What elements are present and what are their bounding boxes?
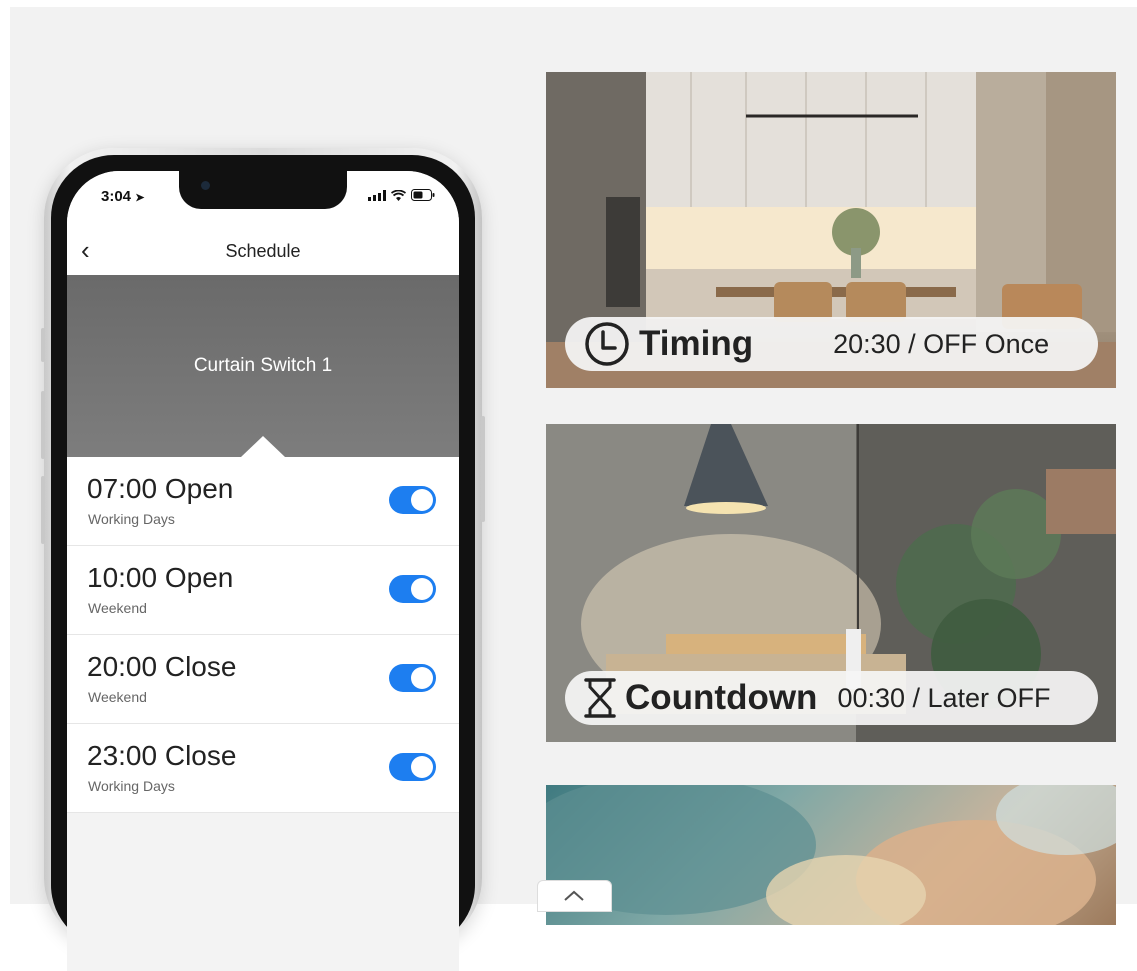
countdown-value: 00:30 / Later OFF [837,682,1051,713]
countdown-label-pill: Countdown 00:30 / Later OFF [565,671,1098,725]
banner-pointer [241,436,285,457]
schedule-row[interactable]: 20:00 Close Weekend [67,635,459,724]
sleeping-child-photo [546,785,1116,925]
scroll-to-top-button[interactable] [537,880,612,912]
countdown-photo-card: Countdown 00:30 / Later OFF [546,424,1116,742]
schedule-time: 07:00 Open [87,473,234,504]
toggle-knob [411,578,433,600]
schedule-repeat: Weekend [88,689,147,705]
app-header: ‹ Schedule [67,229,459,275]
timing-label-pill: Timing 20:30 / OFF Once [565,317,1098,371]
status-icons [368,189,435,201]
schedule-repeat: Weekend [88,600,147,616]
schedule-time: 20:00 Close [87,651,237,682]
toggle-knob [411,756,433,778]
device-name: Curtain Switch 1 [193,355,333,376]
toggle-knob [411,667,433,689]
schedule-toggle[interactable] [389,486,436,514]
schedule-row[interactable]: 10:00 Open Weekend [67,546,459,635]
status-time: 3:04 ➤ [101,188,145,205]
device-banner: Curtain Switch 1 [67,275,459,457]
schedule-time: 10:00 Open [87,562,234,593]
schedule-repeat: Working Days [88,778,175,794]
power-button [481,416,485,522]
schedule-row[interactable]: 23:00 Close Working Days [67,724,459,813]
schedule-row[interactable]: 07:00 Open Working Days [67,457,459,546]
schedule-time: 23:00 Close [87,740,237,771]
volume-down-button [41,476,45,544]
notch [179,171,347,209]
schedule-list: 07:00 Open Working Days 10:00 Open Weeke… [67,457,459,813]
phone-screen: 3:04 ➤ ‹ Schedule Curtain Switch 1 07:00… [67,171,459,971]
timing-title: Timing [639,324,754,363]
schedule-repeat: Working Days [88,511,175,527]
chevron-up-icon [564,890,584,901]
phone-bezel: 3:04 ➤ ‹ Schedule Curtain Switch 1 07:00… [51,155,475,971]
page-title: Schedule [225,241,301,261]
schedule-toggle[interactable] [389,575,436,603]
volume-up-button [41,391,45,459]
timing-value: 20:30 / OFF Once [833,328,1050,359]
cellular-signal-icon [368,189,386,201]
countdown-title: Countdown [625,678,818,717]
battery-icon [411,189,435,201]
wifi-icon [391,189,406,201]
sleep-photo-card [546,785,1116,925]
timing-photo-card: Timing 20:30 / OFF Once [546,72,1116,388]
status-bar: 3:04 ➤ [67,171,459,229]
toggle-knob [411,489,433,511]
phone-mockup: 3:04 ➤ ‹ Schedule Curtain Switch 1 07:00… [41,148,485,971]
schedule-toggle[interactable] [389,753,436,781]
clock-icon [585,322,629,366]
front-camera [201,181,210,190]
hourglass-icon [584,678,616,718]
schedule-toggle[interactable] [389,664,436,692]
mute-switch [41,328,45,362]
location-arrow-icon: ➤ [135,192,145,204]
